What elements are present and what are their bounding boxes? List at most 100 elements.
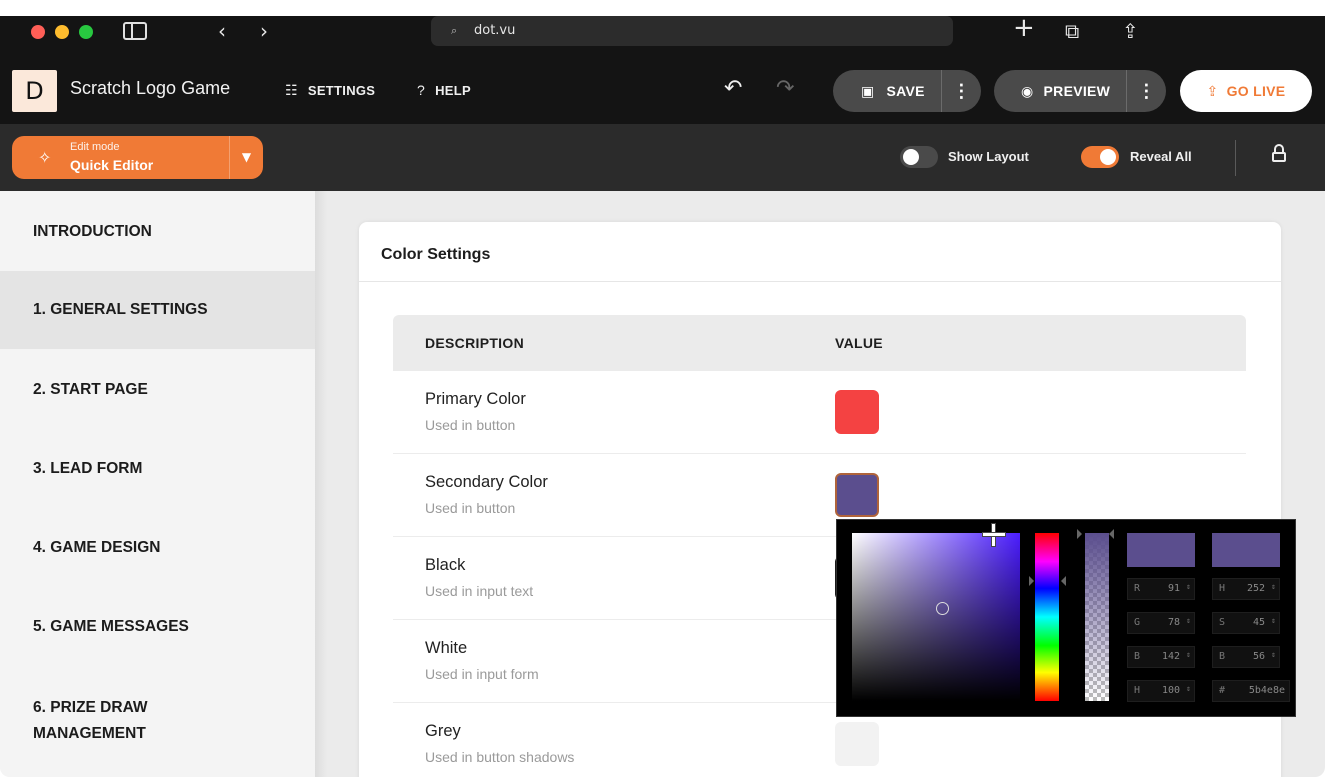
sidebar-item-introduction[interactable]: INTRODUCTION xyxy=(0,191,315,269)
edit-mode-caption: Edit mode xyxy=(70,141,120,153)
field-label: R xyxy=(1134,583,1141,594)
crosshair-cursor-icon xyxy=(982,523,1006,547)
column-header-description: DESCRIPTION xyxy=(425,335,524,351)
toolbar-divider xyxy=(1235,140,1236,176)
show-layout-toggle[interactable] xyxy=(900,146,938,168)
sidebar-item-start-page[interactable]: 2. START PAGE xyxy=(0,349,315,427)
color-swatch-secondary[interactable] xyxy=(835,473,879,517)
sidebar-item-lead-form[interactable]: 3. LEAD FORM xyxy=(0,428,315,506)
color-name: Secondary Color xyxy=(425,473,548,491)
sliders-icon: ☷ xyxy=(285,82,298,98)
alpha-slider[interactable] xyxy=(1085,533,1109,701)
help-label: HELP xyxy=(435,83,471,98)
help-icon: ? xyxy=(417,82,426,98)
hue-slider-handle-left[interactable] xyxy=(1029,576,1034,586)
save-button-group: ▣ SAVE ⋮ xyxy=(833,70,981,112)
minimize-window-icon[interactable] xyxy=(55,25,69,39)
magic-wand-icon: ✧ xyxy=(38,148,52,167)
spinner-icon[interactable]: ⇕ xyxy=(1271,582,1276,591)
color-description: Used in button xyxy=(425,500,516,516)
card-title: Color Settings xyxy=(381,246,491,263)
card-divider xyxy=(359,281,1281,282)
tabs-overview-icon[interactable]: ⧉ xyxy=(1065,21,1079,41)
go-live-label: GO LIVE xyxy=(1226,83,1286,99)
preview-button[interactable]: ◉ PREVIEW xyxy=(1021,70,1110,112)
close-window-icon[interactable] xyxy=(31,25,45,39)
sidebar-item-prize-draw-management[interactable]: 6. PRIZE DRAW MANAGEMENT xyxy=(0,665,315,755)
table-row: Primary Color Used in button xyxy=(393,371,1246,454)
nav-label: 1. GENERAL SETTINGS xyxy=(33,301,208,318)
table-header: DESCRIPTION VALUE xyxy=(393,315,1246,371)
alpha-field[interactable]: H 100 ⇕ xyxy=(1127,680,1195,702)
color-selector-circle[interactable] xyxy=(936,602,949,615)
save-button[interactable]: ▣ SAVE xyxy=(861,70,925,112)
preview-button-group: ◉ PREVIEW ⋮ xyxy=(994,70,1166,112)
undo-icon[interactable]: ↶ xyxy=(724,76,742,101)
edit-mode-selector[interactable]: ✧ Edit mode Quick Editor ▼ xyxy=(12,136,263,179)
spinner-icon[interactable]: ⇕ xyxy=(1271,616,1276,625)
hue-slider[interactable] xyxy=(1035,533,1059,701)
field-label: # xyxy=(1219,685,1226,696)
preview-label: PREVIEW xyxy=(1043,83,1111,99)
project-title[interactable]: Scratch Logo Game xyxy=(70,78,230,99)
color-swatch-primary[interactable] xyxy=(835,390,879,434)
forward-icon[interactable]: › xyxy=(260,21,268,41)
floppy-icon: ▣ xyxy=(861,83,875,99)
lock-icon[interactable] xyxy=(1272,144,1286,162)
nav-label: 6. PRIZE DRAW xyxy=(33,699,148,716)
chevron-down-icon[interactable]: ▼ xyxy=(229,136,263,179)
settings-button[interactable]: ☷ SETTINGS xyxy=(285,82,375,99)
blue-field[interactable]: B 142 ⇕ xyxy=(1127,646,1195,668)
color-description: Used in button shadows xyxy=(425,749,575,765)
sidebar-item-game-messages[interactable]: 5. GAME MESSAGES xyxy=(0,586,315,664)
alpha-slider-handle-right[interactable] xyxy=(1109,529,1114,539)
column-header-value: VALUE xyxy=(835,335,883,351)
show-layout-label: Show Layout xyxy=(948,149,1029,164)
spinner-icon[interactable]: ⇕ xyxy=(1186,650,1191,659)
color-description: Used in input text xyxy=(425,583,534,599)
address-bar[interactable]: ⌕ dot.vu xyxy=(431,16,953,46)
alpha-slider-handle-left[interactable] xyxy=(1077,529,1082,539)
current-color-preview xyxy=(1212,533,1280,567)
preview-more-button[interactable]: ⋮ xyxy=(1126,70,1166,112)
hue-field[interactable]: H 252 ⇕ xyxy=(1212,578,1280,600)
nav-label: 2. START PAGE xyxy=(33,381,148,398)
field-value: 78 xyxy=(1167,617,1180,628)
edit-toolbar: ✧ Edit mode Quick Editor ▼ Show Layout R… xyxy=(0,124,1325,191)
toggle-knob xyxy=(903,149,919,165)
new-color-preview xyxy=(1127,533,1195,567)
new-tab-icon[interactable]: + xyxy=(1013,16,1035,41)
green-field[interactable]: G 78 ⇕ xyxy=(1127,612,1195,634)
go-live-button[interactable]: ⇪ GO LIVE xyxy=(1180,70,1312,112)
search-icon: ⌕ xyxy=(451,24,458,37)
hex-field[interactable]: #5b4e8e xyxy=(1212,680,1290,702)
spinner-icon[interactable]: ⇕ xyxy=(1186,684,1191,693)
spinner-icon[interactable]: ⇕ xyxy=(1186,616,1191,625)
field-label: B xyxy=(1219,651,1226,662)
help-button[interactable]: ? HELP xyxy=(417,82,471,98)
brightness-field[interactable]: B 56 ⇕ xyxy=(1212,646,1280,668)
spinner-icon[interactable]: ⇕ xyxy=(1186,582,1191,591)
toggle-knob xyxy=(1100,149,1116,165)
nav-divider xyxy=(315,191,327,777)
edit-mode-value: Quick Editor xyxy=(70,157,154,173)
field-label: H xyxy=(1134,685,1141,696)
save-more-button[interactable]: ⋮ xyxy=(941,70,981,112)
saturation-value-area[interactable] xyxy=(852,533,1020,701)
hue-slider-handle-right[interactable] xyxy=(1061,576,1066,586)
share-icon[interactable]: ⇪ xyxy=(1122,21,1139,41)
sidebar-item-game-design[interactable]: 4. GAME DESIGN xyxy=(0,507,315,585)
spinner-icon[interactable]: ⇕ xyxy=(1271,650,1276,659)
sidebar-toggle-icon[interactable] xyxy=(123,22,147,40)
saturation-field[interactable]: S 45 ⇕ xyxy=(1212,612,1280,634)
back-icon[interactable]: ‹ xyxy=(218,21,226,41)
field-value: 56 xyxy=(1252,651,1265,662)
redo-icon[interactable]: ↷ xyxy=(776,76,794,101)
red-field[interactable]: R 91 ⇕ xyxy=(1127,578,1195,600)
sidebar-item-general-settings[interactable]: 1. GENERAL SETTINGS xyxy=(0,271,315,349)
maximize-window-icon[interactable] xyxy=(79,25,93,39)
color-name: White xyxy=(425,639,468,657)
color-swatch-grey[interactable] xyxy=(835,722,879,766)
reveal-all-toggle[interactable] xyxy=(1081,146,1119,168)
nav-label: 3. LEAD FORM xyxy=(33,460,143,477)
